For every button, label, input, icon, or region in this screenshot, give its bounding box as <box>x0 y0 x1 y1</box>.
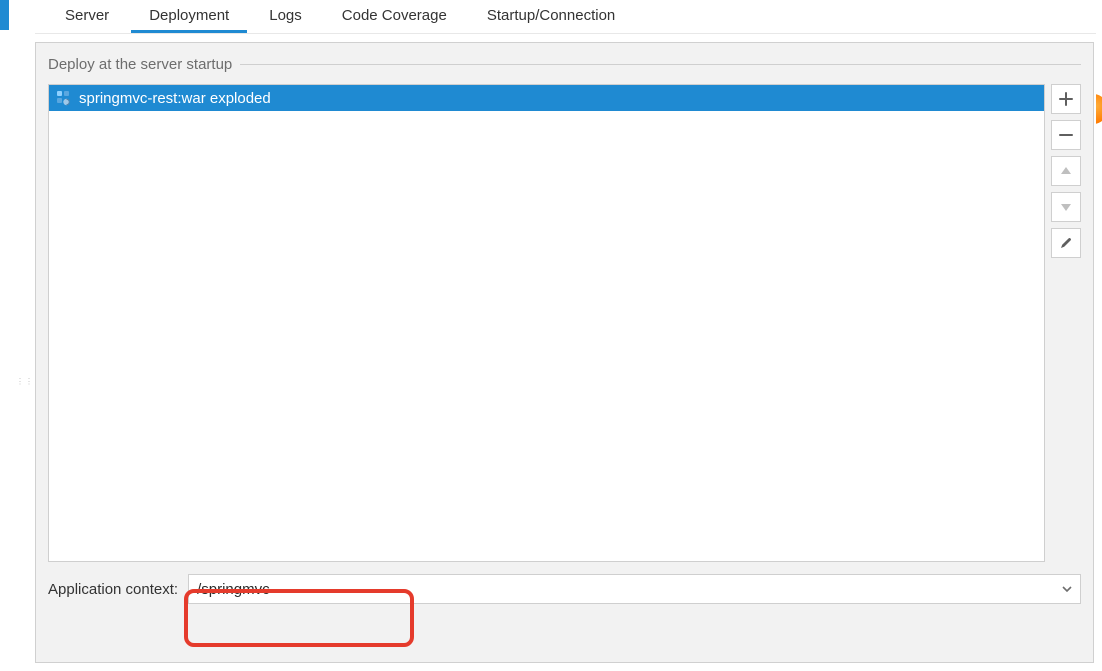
move-down-button <box>1051 192 1081 222</box>
deploy-group-label: Deploy at the server startup <box>48 53 1081 76</box>
plus-icon <box>1059 92 1073 106</box>
add-button[interactable] <box>1051 84 1081 114</box>
application-context-combo[interactable] <box>188 574 1081 604</box>
tab-code-coverage[interactable]: Code Coverage <box>324 1 465 33</box>
pencil-icon <box>1059 236 1073 250</box>
triangle-down-icon <box>1060 201 1072 213</box>
deployment-panel: Deploy at the server startup springmvc-r… <box>35 42 1094 663</box>
artifact-label: springmvc-rest:war exploded <box>79 90 271 107</box>
artifact-row[interactable]: springmvc-rest:war exploded <box>49 85 1044 111</box>
splitter-grip-icon[interactable] <box>16 380 24 394</box>
tab-server[interactable]: Server <box>47 1 127 33</box>
move-up-button <box>1051 156 1081 186</box>
application-context-input[interactable] <box>189 575 1054 603</box>
chevron-down-icon <box>1061 583 1073 595</box>
deploy-group-title: Deploy at the server startup <box>48 56 232 73</box>
application-context-dropdown-button[interactable] <box>1054 575 1080 603</box>
artifacts-list[interactable]: springmvc-rest:war exploded <box>48 84 1045 562</box>
edit-button[interactable] <box>1051 228 1081 258</box>
application-context-label: Application context: <box>48 581 178 598</box>
application-context-row: Application context: <box>48 574 1081 604</box>
artifacts-toolbar <box>1051 84 1081 562</box>
remove-button[interactable] <box>1051 120 1081 150</box>
group-title-rule <box>240 64 1081 65</box>
artifacts-area: springmvc-rest:war exploded <box>48 84 1081 562</box>
minus-icon <box>1059 128 1073 142</box>
config-tabbar: Server Deployment Logs Code Coverage Sta… <box>35 0 1096 34</box>
tab-startup-connection[interactable]: Startup/Connection <box>469 1 633 33</box>
balloon-fragment-icon <box>1096 94 1102 126</box>
left-accent-bar <box>0 0 9 30</box>
tab-deployment[interactable]: Deployment <box>131 1 247 33</box>
artifact-icon <box>55 90 71 106</box>
triangle-up-icon <box>1060 165 1072 177</box>
tab-logs[interactable]: Logs <box>251 1 320 33</box>
